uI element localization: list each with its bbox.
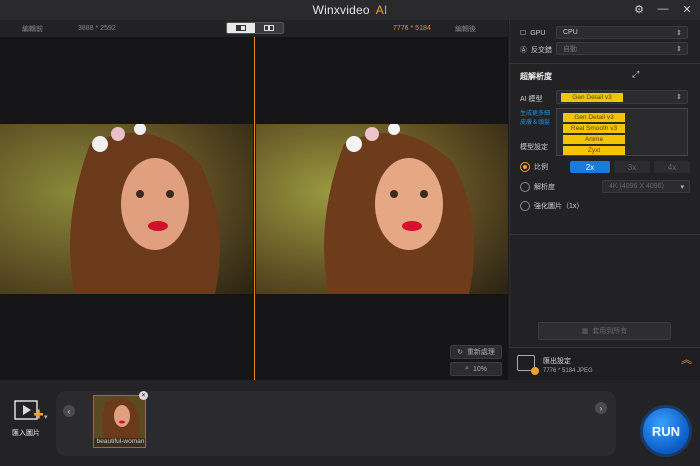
- export-settings[interactable]: 匯出設定 7776 * 5184 JPEG ︽: [509, 347, 700, 380]
- import-icon[interactable]: [14, 399, 43, 423]
- app-name: Winxvideo: [312, 3, 370, 17]
- resolution-label: 解析度: [534, 184, 555, 191]
- after-label: 編輯後: [455, 25, 476, 33]
- remove-thumbnail-icon[interactable]: ✕: [139, 391, 148, 400]
- expand-up-icon[interactable]: ︽: [681, 355, 692, 366]
- preview-header: 編輯前 3888 * 2592 7776 * 5184 編輯後: [0, 20, 508, 37]
- title-bar: Winxvideo AI ⚙ — ✕: [0, 0, 700, 20]
- model-select[interactable]: Gen Detail v3 ⇕: [556, 90, 688, 104]
- resolution-value: 4K (4096 X 4096): [609, 183, 664, 190]
- deinterlace-value: 自動: [563, 45, 577, 53]
- after-image: [256, 124, 508, 294]
- app-title: Winxvideo AI: [313, 3, 388, 17]
- scroll-right-icon[interactable]: ›: [595, 402, 607, 414]
- chevron-updown-icon: ⇕: [676, 29, 682, 37]
- resolution-row: 解析度: [520, 182, 555, 192]
- scale-radio[interactable]: [520, 162, 530, 172]
- resolution-select[interactable]: 4K (4096 X 4096) ▾: [602, 180, 690, 193]
- export-title: 匯出設定: [543, 358, 571, 365]
- run-button[interactable]: RUN: [640, 405, 692, 457]
- chevron-updown-icon: ⇕: [676, 94, 682, 101]
- apply-all-button[interactable]: ▦ 套用到所有: [538, 322, 671, 340]
- hint-line-1: 生成更多細: [520, 111, 551, 117]
- import-dropdown-icon[interactable]: ▾: [44, 413, 48, 421]
- window-controls: ⚙ — ✕: [632, 2, 694, 16]
- resolution-radio[interactable]: [520, 182, 530, 192]
- image-viewer[interactable]: ↻ 重新處理 ⌕ 10%: [0, 37, 508, 380]
- reprocess-button[interactable]: ↻ 重新處理: [450, 345, 502, 359]
- settings-panel: ☐ GPU CPU ⇕ Ⓐ 反交錯 自動 ⇕ 超解析度 ⤢ AI 模型 Gen Deta…: [509, 20, 700, 380]
- export-monitor-icon: [517, 355, 539, 375]
- zoom-value: 10%: [472, 365, 487, 373]
- enhance-label: 強化圖片（1x）: [534, 203, 584, 210]
- model-option[interactable]: Gen Detail v3: [563, 113, 625, 122]
- after-resolution: 7776 * 5184: [393, 25, 431, 32]
- chevron-updown-icon: ⇕: [676, 45, 682, 53]
- reprocess-label: 重新處理: [466, 349, 495, 356]
- model-option[interactable]: Zyxt: [563, 146, 625, 155]
- app-ai-label: AI: [375, 3, 388, 17]
- zoom-icon: ⌕: [465, 365, 469, 372]
- zoom-button[interactable]: ⌕ 10%: [450, 362, 502, 376]
- scroll-left-icon[interactable]: ‹: [63, 405, 75, 417]
- before-label: 編輯前: [22, 25, 43, 33]
- export-detail: 7776 * 5184 JPEG: [543, 368, 593, 374]
- before-image: [0, 124, 253, 294]
- gpu-select[interactable]: CPU ⇕: [556, 26, 688, 39]
- scale-3x-button[interactable]: 3x: [614, 161, 650, 173]
- deinterlace-label: 反交錯: [531, 47, 552, 54]
- scale-4x-button[interactable]: 4x: [654, 161, 690, 173]
- view-mode-toggle[interactable]: [226, 22, 284, 34]
- apply-icon: ▦: [581, 328, 589, 335]
- model-option[interactable]: Anime: [563, 135, 625, 144]
- deinterlace-row: Ⓐ 反交錯: [520, 45, 552, 55]
- model-option[interactable]: Real Smooth v3: [563, 124, 625, 133]
- mode-label: 模型設定: [520, 144, 548, 151]
- scale-label: 比例: [534, 164, 548, 171]
- scale-row: 比例: [520, 162, 548, 172]
- gpu-row: ☐ GPU: [520, 29, 546, 38]
- split-view-button[interactable]: [227, 23, 255, 33]
- minimize-icon[interactable]: —: [656, 2, 670, 16]
- thumbnail-label: beautiful-woman: [96, 438, 145, 445]
- chevron-down-icon: ▾: [680, 183, 684, 191]
- deinterlace-icon: Ⓐ: [520, 47, 527, 54]
- before-resolution: 3888 * 2592: [78, 25, 116, 32]
- thumbnail-item[interactable]: beautiful-woman: [93, 395, 146, 448]
- enhance-row: 強化圖片（1x）: [520, 201, 583, 211]
- app-window: Winxvideo AI ⚙ — ✕ 編輯前 3888 * 2592 7776 *…: [0, 0, 700, 466]
- import-label[interactable]: 匯入圖片: [12, 428, 40, 438]
- expand-icon[interactable]: ⤢: [632, 69, 639, 80]
- close-icon[interactable]: ✕: [680, 2, 694, 16]
- apply-all-label: 套用到所有: [592, 328, 628, 335]
- gpu-checkbox-icon[interactable]: ☐: [520, 29, 526, 37]
- deinterlace-select[interactable]: 自動 ⇕: [556, 42, 688, 55]
- enhance-radio[interactable]: [520, 201, 530, 211]
- model-selected-value: Gen Detail v3: [561, 93, 623, 102]
- model-label: AI 模型: [520, 96, 543, 103]
- gpu-value: CPU: [563, 29, 578, 36]
- side-by-side-button[interactable]: [255, 23, 283, 33]
- refresh-icon: ↻: [457, 349, 463, 356]
- split-handle[interactable]: [254, 37, 255, 380]
- section-title: 超解析度: [520, 72, 552, 81]
- settings-icon[interactable]: ⚙: [632, 2, 646, 16]
- gpu-label: GPU: [530, 29, 546, 37]
- model-dropdown: Gen Detail v3 Real Smooth v3 Anime Zyxt: [556, 108, 688, 156]
- scale-2x-button[interactable]: 2x: [570, 161, 610, 173]
- hint-line-2: 皮膚＆頭髮: [520, 120, 551, 126]
